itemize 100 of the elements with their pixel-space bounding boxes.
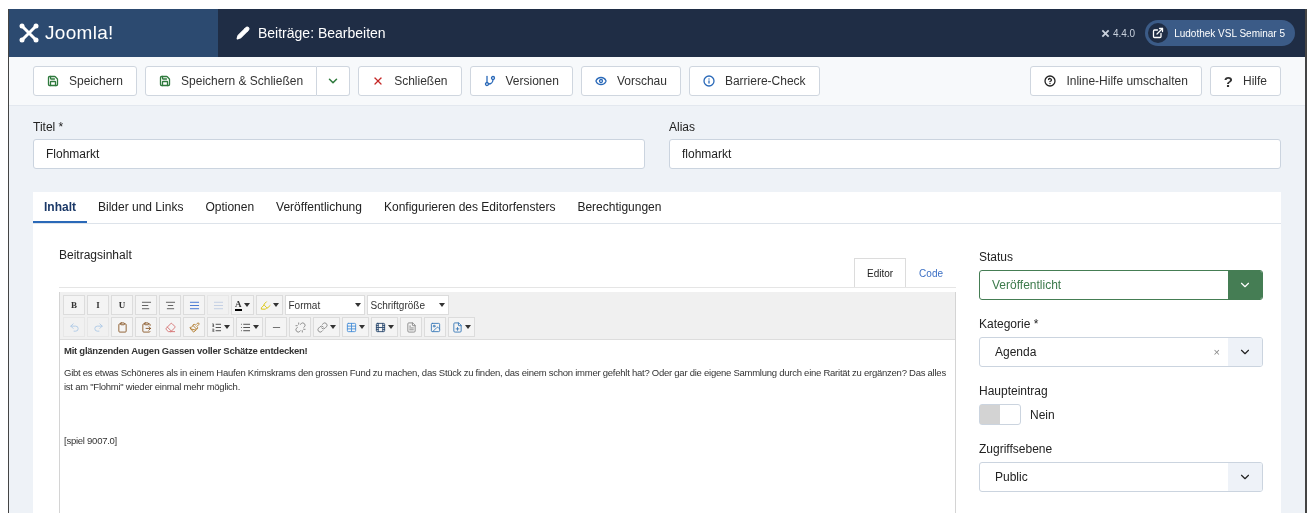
numbered-list-icon [211, 321, 222, 333]
paste-icon [140, 321, 152, 333]
split-button[interactable] [207, 317, 234, 337]
field-label: Beitragsinhalt [59, 248, 133, 262]
chevron-button[interactable] [1228, 338, 1262, 366]
clear-button[interactable]: × [1205, 346, 1228, 358]
clipboard-icon [116, 321, 128, 333]
document-icon [405, 321, 417, 333]
toolbar-button[interactable]: Schließen [358, 66, 462, 96]
split-button[interactable] [255, 295, 283, 315]
toolbar-button[interactable] [135, 317, 157, 337]
save-icon [159, 75, 172, 87]
format-select[interactable]: Schriftgröße [366, 295, 449, 315]
question-mark-icon: ? [1223, 72, 1233, 90]
help-icon [1044, 75, 1057, 87]
title-input[interactable]: Flohmarkt [33, 139, 645, 169]
toolbar-button[interactable] [400, 317, 422, 337]
help-button[interactable]: ? Hilfe [1209, 66, 1281, 96]
field-label: Status [979, 250, 1015, 264]
split-button[interactable]: A [231, 295, 254, 315]
toolbar-button[interactable] [183, 295, 205, 315]
split-button[interactable] [313, 317, 340, 337]
alias-input[interactable]: flohmarkt [669, 139, 1281, 169]
format-button[interactable]: I [87, 295, 109, 315]
toolbar-button[interactable] [159, 317, 181, 337]
dropdown-button[interactable] [317, 66, 351, 96]
caret-icon [438, 303, 445, 307]
toolbar-button[interactable] [111, 317, 133, 337]
content-paragraph: [spiel 9007.0] [64, 434, 118, 448]
format-select[interactable]: Format [284, 295, 365, 315]
logo-icon [1100, 28, 1110, 38]
external-link-icon [1152, 27, 1165, 39]
film-icon [375, 321, 386, 333]
field-label: Haupteintrag [979, 384, 1049, 398]
align-center-icon [164, 299, 176, 311]
file-add-icon [452, 321, 463, 333]
toolbar-button[interactable] [183, 317, 205, 337]
category-select[interactable]: Agenda × [979, 337, 1263, 367]
split-button[interactable] [448, 317, 475, 337]
undo-icon [68, 321, 80, 333]
field-label: Zugriffsebene [979, 442, 1054, 456]
tab[interactable]: Optionen [194, 192, 266, 223]
access-select[interactable]: Public [979, 462, 1263, 492]
save-close-button[interactable]: Speichern & Schließen [145, 66, 318, 96]
toolbar-button[interactable]: Vorschau [580, 66, 681, 96]
toolbar-button[interactable] [289, 317, 311, 337]
logo-text: Joomla! [45, 22, 114, 44]
version-label: 4.4.0 [1100, 27, 1136, 39]
field-label: Kategorie * [979, 317, 1040, 331]
help-button[interactable]: Inline-Hilfe umschalten [1030, 66, 1202, 96]
toolbar-button[interactable]: Versionen [469, 66, 573, 96]
toolbar-button[interactable] [135, 295, 157, 315]
caret-icon [272, 303, 279, 307]
redo-icon [92, 321, 104, 333]
toolbar-button[interactable]: Speichern [33, 66, 138, 96]
align-left-icon [140, 299, 152, 311]
pencil-icon [236, 26, 250, 40]
image-icon [429, 321, 441, 333]
toolbar-button[interactable] [159, 295, 181, 315]
switch-label: Nein [1030, 407, 1055, 422]
caret-icon [224, 325, 230, 329]
tab[interactable]: Veröffentlichung [265, 192, 373, 223]
format-button[interactable]: B [63, 295, 85, 315]
field-label: Alias [669, 120, 696, 134]
brush-icon [188, 321, 200, 333]
align-justify-icon [212, 299, 224, 311]
caret-icon [330, 325, 336, 329]
bullet-list-icon [240, 321, 251, 333]
toolbar-button[interactable] [424, 317, 446, 337]
save-icon [47, 75, 59, 87]
tab[interactable]: Berechtigungen [566, 192, 673, 223]
unlink-icon [294, 321, 306, 333]
caret-icon [253, 325, 259, 329]
status-select[interactable]: Veröffentlicht [979, 270, 1263, 300]
caret-icon [388, 325, 394, 329]
align-justify-icon [188, 299, 200, 311]
site-button[interactable]: Ludothek VSL Seminar 5 [1145, 20, 1295, 46]
branch-icon [483, 75, 496, 87]
toolbar-button[interactable]: Barriere-Check [688, 66, 820, 96]
toggle-switch[interactable] [979, 404, 1021, 425]
split-button[interactable] [342, 317, 369, 337]
chevron-button[interactable] [1228, 463, 1262, 491]
eye-icon [594, 75, 607, 87]
editor-mode-tab[interactable]: Editor [853, 258, 907, 287]
content-heading: Mit glänzenden Augen Gassen voller Schätze entdecken! [64, 344, 309, 358]
caret-icon [243, 303, 250, 307]
split-button[interactable] [236, 317, 263, 337]
logo-icon [19, 23, 39, 43]
caret-icon [465, 325, 471, 329]
format-button[interactable]: U [111, 295, 133, 315]
table-icon [346, 321, 357, 333]
chevron-button[interactable] [1228, 271, 1262, 299]
caret-icon [354, 303, 361, 307]
eraser-icon [164, 321, 176, 333]
tab[interactable]: Bilder und Links [87, 192, 195, 223]
page-title: Beiträge: Bearbeiten [258, 25, 386, 41]
tab[interactable]: Konfigurieren des Editorfensters [372, 192, 567, 223]
highlighter-icon [259, 299, 271, 311]
split-button[interactable] [371, 317, 398, 337]
link-icon [317, 321, 328, 333]
